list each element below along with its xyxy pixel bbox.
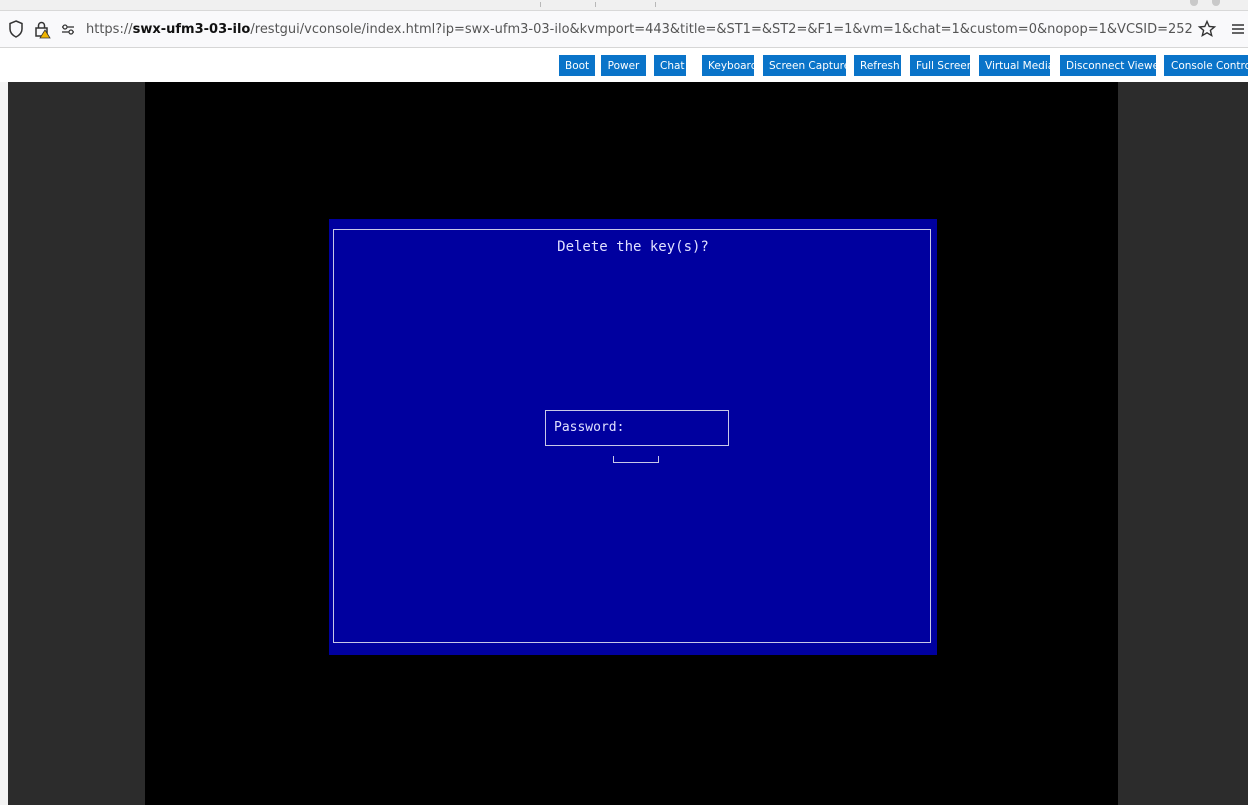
console-margin-right [1118,82,1248,805]
full-screen-button[interactable]: Full Screen [910,55,970,76]
virtual-media-button[interactable]: Virtual Media [979,55,1050,76]
console-margin-left [8,82,145,805]
left-edge-panel [0,82,8,805]
minimize-icon[interactable] [1190,0,1198,6]
dialog-title: Delete the key(s)? [557,239,709,255]
delete-key-dialog: Delete the key(s)? Password: [329,219,937,655]
console-control-button[interactable]: Console Control [1164,55,1248,76]
screen-capture-button[interactable]: Screen Capture [763,55,846,76]
browser-top-strip [0,0,1248,11]
input-cursor [613,456,659,463]
tab-divider [540,2,541,7]
password-label: Password: [554,420,625,435]
address-bar: https://swx-ufm3-03-ilo/restgui/vconsole… [0,11,1248,48]
url-path: /restgui/vconsole/index.html?ip=swx-ufm3… [250,22,1194,37]
url-field[interactable]: https://swx-ufm3-03-ilo/restgui/vconsole… [86,20,1194,40]
console-toolbar: Boot Power Chat Keyboard Screen Capture … [0,48,1248,82]
permissions-icon[interactable] [58,19,78,39]
url-host: swx-ufm3-03-ilo [132,22,251,37]
chat-button[interactable]: Chat [654,55,686,76]
disconnect-viewer-button[interactable]: Disconnect Viewer [1060,55,1156,76]
menu-icon[interactable] [1230,19,1246,39]
power-button[interactable]: Power [601,55,646,76]
refresh-button[interactable]: Refresh [854,55,901,76]
url-prefix: https:// [86,22,133,37]
tab-divider [595,2,596,7]
lock-warning-icon[interactable] [32,19,52,39]
shield-icon[interactable] [6,19,26,39]
maximize-icon[interactable] [1212,0,1220,6]
password-field[interactable]: Password: [545,410,729,446]
tab-divider [655,2,656,7]
keyboard-button[interactable]: Keyboard [702,55,754,76]
bookmark-star-icon[interactable] [1197,19,1217,39]
boot-button[interactable]: Boot [559,55,595,76]
